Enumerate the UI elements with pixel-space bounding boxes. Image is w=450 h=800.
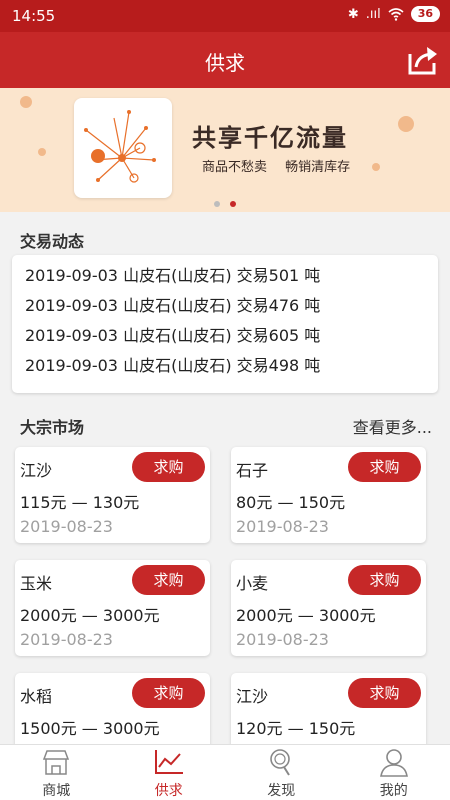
- product-name: 玉米: [20, 574, 53, 593]
- price-range: 115元 — 130元: [20, 493, 140, 512]
- tab-supply[interactable]: 供求: [113, 745, 226, 800]
- carousel-dot[interactable]: [214, 201, 221, 207]
- banner-sub2: 畅销清库存: [285, 160, 351, 175]
- user-icon: [379, 749, 408, 777]
- banner-subtitle: 商品不愁卖 畅销清库存: [202, 156, 350, 175]
- buy-request-button[interactable]: 求购: [132, 565, 205, 595]
- search-icon: [270, 749, 291, 776]
- product-name: 江沙: [20, 461, 53, 480]
- price-range: 2000元 — 3000元: [20, 606, 160, 625]
- share-icon[interactable]: [406, 43, 440, 77]
- tab-label: 我的: [379, 783, 408, 799]
- status-time: 14:55: [12, 7, 56, 25]
- status-bar: 14:55 ✱ .ııl 36: [0, 0, 450, 32]
- market-card[interactable]: 石子 求购 80元 — 150元 2019-08-23: [231, 447, 426, 543]
- banner-headline: 共享千亿流量: [192, 124, 348, 152]
- post-date: 2019-08-23: [236, 517, 329, 536]
- decor-dot: [398, 116, 414, 132]
- tab-discover[interactable]: 发现: [225, 745, 338, 800]
- view-more-link[interactable]: 查看更多...: [353, 414, 432, 438]
- network-illustration: [74, 98, 172, 198]
- product-name: 江沙: [236, 687, 269, 706]
- buy-request-button[interactable]: 求购: [348, 452, 421, 482]
- decor-dot: [20, 96, 32, 108]
- price-range: 1500元 — 3000元: [20, 719, 160, 738]
- post-date: 2019-08-23: [20, 630, 113, 649]
- tab-label: 供求: [154, 783, 183, 799]
- product-name: 水稻: [20, 687, 53, 706]
- market-card[interactable]: 小麦 求购 2000元 — 3000元 2019-08-23: [231, 560, 426, 656]
- price-range: 80元 — 150元: [236, 493, 346, 512]
- trade-row: 2019-09-03 山皮石(山皮石) 交易501 吨: [25, 266, 321, 285]
- battery-indicator: 36: [410, 6, 440, 22]
- post-date: 2019-08-23: [236, 630, 329, 649]
- price-range: 2000元 — 3000元: [236, 606, 376, 625]
- trade-row: 2019-09-03 山皮石(山皮石) 交易605 吨: [25, 326, 321, 345]
- bottom-tab-bar: 商城 供求 发现 我的: [0, 744, 450, 800]
- bluetooth-icon: ✱: [347, 6, 359, 22]
- store-icon: [43, 750, 70, 775]
- decor-dot: [38, 148, 46, 156]
- wifi-icon: [388, 7, 404, 21]
- price-range: 120元 — 150元: [236, 719, 356, 738]
- tab-mine[interactable]: 我的: [338, 745, 450, 800]
- trade-row: 2019-09-03 山皮石(山皮石) 交易476 吨: [25, 296, 321, 315]
- buy-request-button[interactable]: 求购: [348, 678, 421, 708]
- tab-store[interactable]: 商城: [0, 745, 113, 800]
- market-section-title: 大宗市场: [20, 418, 85, 437]
- post-date: 2019-08-23: [20, 517, 113, 536]
- buy-request-button[interactable]: 求购: [132, 452, 205, 482]
- product-name: 小麦: [236, 574, 269, 593]
- trend-icon: [154, 750, 183, 774]
- decor-dot: [372, 163, 380, 171]
- tab-label: 商城: [42, 783, 71, 799]
- status-icons: ✱ .ııl 36: [348, 6, 440, 22]
- carousel-dots: [0, 192, 450, 211]
- app-header: 供求: [0, 32, 450, 88]
- tab-label: 发现: [267, 783, 296, 799]
- page-title: 供求: [205, 51, 245, 75]
- carousel-dot-active[interactable]: [229, 201, 236, 207]
- buy-request-button[interactable]: 求购: [348, 565, 421, 595]
- market-card[interactable]: 江沙 求购 115元 — 130元 2019-08-23: [15, 447, 210, 543]
- trade-row: 2019-09-03 山皮石(山皮石) 交易498 吨: [25, 356, 321, 375]
- banner-sub1: 商品不愁卖: [202, 160, 268, 175]
- trade-section-title: 交易动态: [20, 232, 85, 251]
- network-icon: [84, 110, 156, 183]
- market-card[interactable]: 玉米 求购 2000元 — 3000元 2019-08-23: [15, 560, 210, 656]
- trade-list: 2019-09-03 山皮石(山皮石) 交易501 吨 2019-09-03 山…: [12, 255, 438, 393]
- promo-banner[interactable]: 共享千亿流量 商品不愁卖 畅销清库存: [0, 88, 450, 212]
- buy-request-button[interactable]: 求购: [132, 678, 205, 708]
- signal-icon: .ııl: [365, 6, 381, 22]
- product-name: 石子: [236, 461, 269, 480]
